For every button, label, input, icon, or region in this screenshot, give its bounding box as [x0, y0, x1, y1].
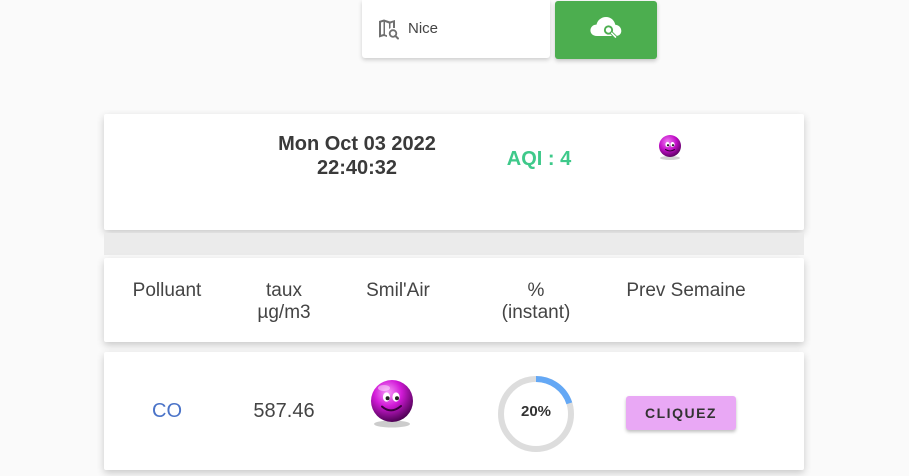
column-header-rate-unit: µg/m3 — [257, 302, 311, 323]
map-search-icon — [376, 17, 400, 41]
column-header-rate-label: taux — [266, 280, 302, 301]
city-search-input[interactable] — [408, 14, 538, 42]
measurement-date: Mon Oct 03 2022 — [278, 133, 436, 155]
column-header-forecast: Prev Semaine — [606, 280, 766, 302]
pollutant-name[interactable]: CO — [132, 400, 202, 423]
aqi-summary-card: Mon Oct 03 2022 22:40:32 AQI : 4 — [104, 114, 804, 230]
pollutant-table-header: Polluant taux µg/m3 Smil'Air % (instant)… — [104, 258, 804, 342]
column-header-percent-label: % — [527, 280, 545, 301]
pollutant-value: 587.46 — [253, 400, 315, 422]
column-header-percent-sub: (instant) — [501, 302, 571, 323]
column-header-forecast-label: Prev Semaine — [626, 280, 746, 301]
measurement-datetime: Mon Oct 03 2022 22:40:32 — [252, 132, 462, 180]
measurement-time: 22:40:32 — [316, 157, 398, 179]
section-divider — [104, 233, 804, 255]
column-header-smilair: Smil'Air — [348, 280, 448, 302]
column-header-rate: taux µg/m3 — [234, 280, 334, 324]
percent-label: 20% — [520, 403, 552, 420]
cloud-search-icon — [589, 14, 623, 47]
column-header-pollutant: Polluant — [118, 280, 216, 302]
aqi-value: AQI : 4 — [506, 148, 572, 170]
table-row: CO 587.46 20% CLIQUEZ — [104, 352, 804, 470]
city-search-box — [362, 0, 550, 58]
purple-smiley-icon — [656, 133, 684, 161]
purple-smiley-icon — [366, 377, 418, 429]
column-header-percent: % (instant) — [476, 280, 596, 324]
column-header-smilair-label: Smil'Air — [366, 280, 430, 301]
column-header-pollutant-label: Polluant — [132, 280, 202, 301]
search-weather-button[interactable] — [555, 1, 657, 59]
weekly-forecast-button[interactable]: CLIQUEZ — [626, 396, 736, 430]
